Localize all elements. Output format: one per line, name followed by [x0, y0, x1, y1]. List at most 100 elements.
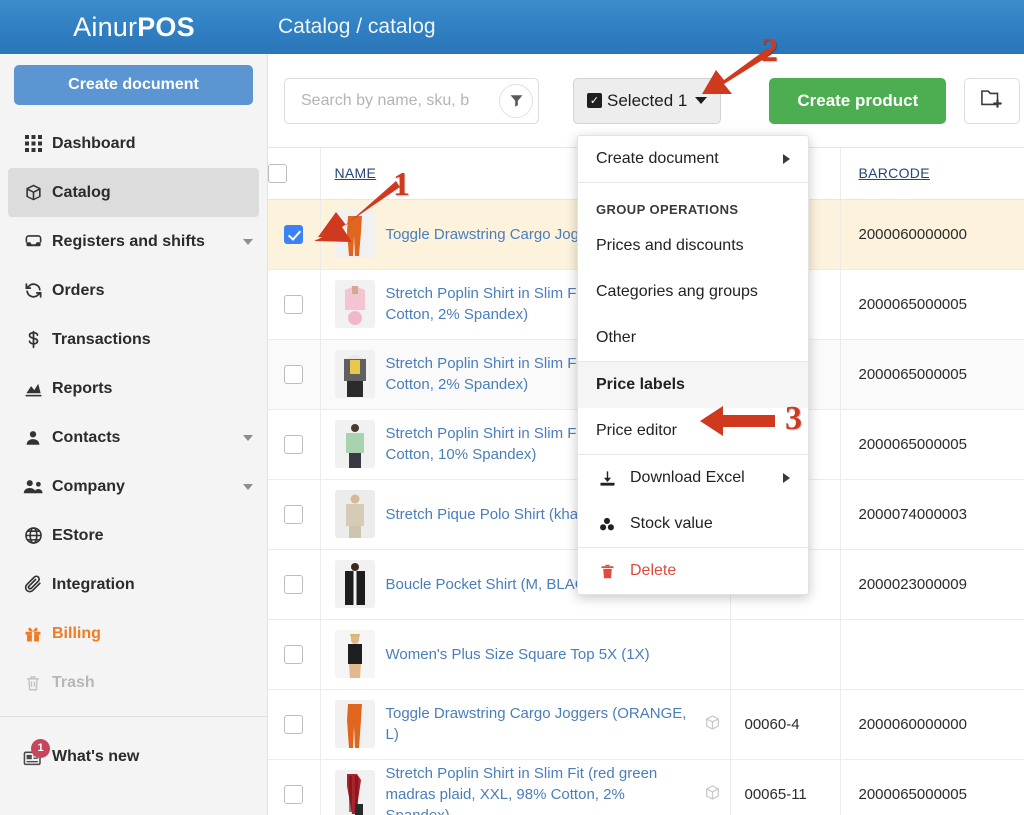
sidebar-item-transactions[interactable]: Transactions [0, 315, 267, 364]
sidebar-item-label: Transactions [52, 330, 151, 348]
catalog-toolbar: ✓ Selected 1 Create product [268, 54, 1024, 148]
news-icon: 1 [14, 738, 52, 767]
selected-dropdown-button[interactable]: ✓ Selected 1 [573, 77, 722, 124]
row-select-cell[interactable] [268, 759, 321, 815]
sidebar-item-orders[interactable]: Orders [0, 266, 267, 315]
chevron-down-icon [243, 483, 253, 490]
menu-item-download-excel[interactable]: Download Excel [578, 455, 808, 501]
sidebar-item-label: Dashboard [52, 134, 136, 152]
product-name-link[interactable]: Women's Plus Size Square Top 5X (1X) [386, 644, 722, 665]
sidebar-item-trash[interactable]: Trash [0, 658, 267, 707]
whats-new-item[interactable]: 1 What's new [0, 729, 267, 785]
row-select-cell[interactable] [268, 409, 321, 480]
chevron-right-icon [783, 473, 790, 483]
row-select-cell[interactable] [268, 619, 321, 690]
barcode-value: 2000023000009 [858, 575, 967, 593]
barcode-value: 2000065000005 [858, 435, 967, 453]
search-input[interactable] [301, 91, 499, 110]
menu-item-delete[interactable]: Delete [578, 548, 808, 594]
sidebar-item-integration[interactable]: Integration [0, 560, 267, 609]
sidebar-item-estore[interactable]: EStore [0, 511, 267, 560]
sidebar-item-registers-and-shifts[interactable]: Registers and shifts [0, 217, 267, 266]
product-thumbnail [334, 490, 375, 538]
funnel-icon[interactable] [499, 83, 533, 118]
column-header-barcode: BARCODE [840, 148, 1024, 200]
table-row[interactable]: Toggle Drawstring Cargo Joggers (ORANGE,… [268, 689, 1024, 760]
dollar-icon [14, 330, 52, 349]
row-checkbox[interactable] [284, 644, 304, 664]
add-folder-button[interactable] [964, 77, 1021, 124]
chevron-down-icon [243, 434, 253, 441]
chevron-down-icon [695, 97, 708, 104]
product-name-link[interactable]: Toggle Drawstring Cargo Joggers (ORANGE,… [386, 703, 693, 745]
sort-by-barcode[interactable]: BARCODE [859, 165, 930, 181]
inbox-icon [14, 232, 52, 251]
barcode-value: 2000060000000 [858, 225, 967, 243]
menu-item-other[interactable]: Other [578, 315, 808, 361]
chevron-right-icon [783, 154, 790, 164]
table-row[interactable]: Women's Plus Size Square Top 5X (1X) [268, 619, 1024, 690]
row-select-cell[interactable] [268, 269, 321, 340]
sidebar-item-label: Catalog [52, 183, 111, 201]
menu-item-label: Stock value [630, 515, 713, 532]
refresh-icon [14, 281, 52, 300]
row-checkbox[interactable] [284, 504, 304, 524]
sidebar-item-contacts[interactable]: Contacts [0, 413, 267, 462]
breadcrumb: Catalog / catalog [278, 15, 436, 38]
select-all-header [268, 148, 321, 200]
person-icon [14, 429, 52, 447]
menu-item-label: Create document [596, 150, 719, 167]
row-select-cell[interactable] [268, 689, 321, 760]
brand-logo[interactable]: AinurPOS [0, 12, 268, 43]
row-checkbox[interactable] [284, 784, 304, 804]
product-thumbnail [334, 630, 375, 678]
select-all-checkbox[interactable] [268, 163, 287, 183]
sidebar-item-company[interactable]: Company [0, 462, 267, 511]
menu-item-price-editor[interactable]: Price editor [578, 408, 808, 454]
menu-item-create-document[interactable]: Create document [578, 136, 808, 182]
sort-by-name[interactable]: NAME [335, 165, 377, 181]
row-select-cell[interactable] [268, 199, 321, 270]
sidebar-item-label: Orders [52, 281, 105, 299]
chart-icon [14, 379, 52, 398]
annotation-number-1: 1 [393, 166, 410, 203]
table-row[interactable]: Stretch Poplin Shirt in Slim Fit (red gr… [268, 759, 1024, 815]
row-checkbox[interactable] [284, 364, 304, 384]
row-checkbox[interactable] [284, 434, 304, 454]
create-document-button[interactable]: Create document [14, 65, 253, 105]
product-thumbnail [334, 700, 375, 748]
row-checkbox[interactable] [284, 574, 304, 594]
barcode-value: 2000065000005 [858, 365, 967, 383]
menu-item-categories-and-groups[interactable]: Categories ang groups [578, 269, 808, 315]
download-icon [596, 470, 618, 487]
menu-item-stock-value[interactable]: Stock value [578, 501, 808, 547]
sidebar-item-reports[interactable]: Reports [0, 364, 267, 413]
row-checkbox[interactable] [284, 224, 304, 244]
sidebar-item-dashboard[interactable]: Dashboard [0, 119, 267, 168]
menu-item-prices-and-discounts[interactable]: Prices and discounts [578, 223, 808, 269]
sidebar-item-billing[interactable]: Billing [0, 609, 267, 658]
product-name-link[interactable]: Stretch Poplin Shirt in Slim Fit (red gr… [386, 763, 693, 815]
sidebar-item-catalog[interactable]: Catalog [8, 168, 259, 217]
row-select-cell[interactable] [268, 549, 321, 620]
row-checkbox[interactable] [284, 294, 304, 314]
sidebar-item-label: Contacts [52, 428, 121, 446]
whats-new-badge: 1 [31, 738, 50, 758]
row-barcode-cell: 2000023000009 [840, 549, 1024, 620]
row-checkbox[interactable] [284, 714, 304, 734]
row-sku-cell: 00060-4 [730, 689, 841, 760]
create-product-button[interactable]: Create product [769, 77, 947, 124]
product-thumbnail [334, 350, 375, 398]
row-name-cell: Stretch Poplin Shirt in Slim Fit (red gr… [320, 759, 731, 815]
menu-item-price-labels[interactable]: Price labels [578, 362, 808, 408]
menu-section-header: GROUP OPERATIONS [596, 202, 739, 217]
row-sku-cell: 00065-11 [730, 759, 841, 815]
whats-new-label: What's new [52, 748, 140, 765]
box-icon [704, 714, 722, 735]
folder-plus-icon [980, 87, 1004, 114]
row-select-cell[interactable] [268, 339, 321, 410]
row-select-cell[interactable] [268, 479, 321, 550]
brand-suffix: POS [137, 11, 195, 42]
sidebar-nav: Dashboard Catalog Registers and shifts O… [0, 119, 267, 707]
search-box[interactable] [284, 77, 539, 124]
